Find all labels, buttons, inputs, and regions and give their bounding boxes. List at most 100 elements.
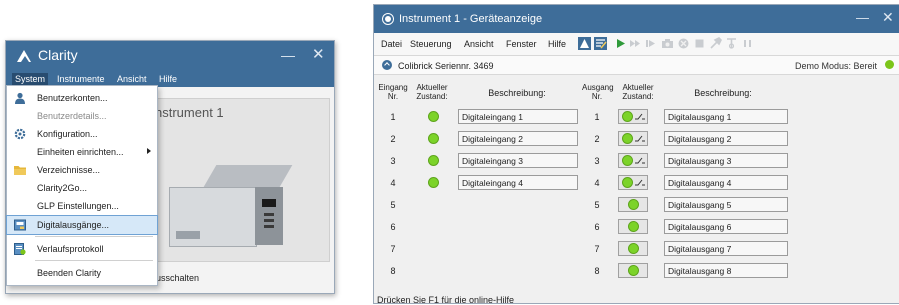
menu-item-label: Verlaufsprotokoll	[37, 244, 104, 254]
input-desc[interactable]: Digitaleingang 2	[458, 131, 578, 146]
camera-icon[interactable]	[661, 37, 674, 50]
minimize-button[interactable]: —	[281, 47, 295, 63]
autozero-icon[interactable]	[725, 37, 738, 50]
collapse-icon[interactable]	[382, 60, 392, 70]
output-toggle-button[interactable]	[618, 263, 648, 278]
switch-icon	[635, 113, 645, 120]
menu-item-digitalausgaenge-wrap: Digitalausgänge...	[6, 215, 158, 235]
ready-status-icon	[885, 60, 894, 69]
output-desc[interactable]: Digitalausgang 2	[664, 131, 788, 146]
output-nr: 1	[594, 112, 600, 122]
skip-icon[interactable]	[629, 37, 642, 50]
output-desc[interactable]: Digitalausgang 3	[664, 153, 788, 168]
next-icon[interactable]	[645, 37, 658, 50]
output-state-led	[622, 133, 633, 144]
device-menu-bar: Datei Steuerung Ansicht Fenster Hilfe	[374, 33, 899, 56]
output-nr: 3	[594, 156, 600, 166]
folder-icon	[14, 166, 26, 175]
abort-icon[interactable]	[677, 37, 690, 50]
menu-separator	[35, 260, 153, 261]
output-state-led	[622, 155, 633, 166]
menu-hilfe[interactable]: Hilfe	[548, 39, 566, 49]
input-state-led	[428, 111, 439, 122]
menu-item-label: Beenden Clarity	[37, 268, 102, 278]
menu-item-beenden[interactable]: Beenden Clarity	[7, 264, 157, 282]
output-toggle-button[interactable]	[618, 197, 648, 212]
menu-item-benutzerkonten[interactable]: Benutzerkonten...	[7, 89, 157, 107]
switch-icon	[635, 179, 645, 186]
tools-icon[interactable]	[709, 37, 722, 50]
output-nr: 4	[594, 178, 600, 188]
input-nr: 8	[390, 266, 396, 276]
menu-steuerung[interactable]: Steuerung	[410, 39, 452, 49]
audit-icon[interactable]	[594, 37, 607, 50]
output-toggle-button[interactable]	[618, 241, 648, 256]
menu-item-clarity2go[interactable]: Clarity2Go...	[7, 179, 157, 197]
menu-item-konfiguration[interactable]: Konfiguration...	[7, 125, 157, 143]
header-input-state: Aktueller Zustand:	[416, 83, 448, 101]
minimize-button[interactable]: —	[856, 10, 869, 25]
output-toggle-button[interactable]	[618, 175, 648, 190]
output-toggle-button[interactable]	[618, 109, 648, 124]
output-desc[interactable]: Digitalausgang 5	[664, 197, 788, 212]
output-state-led	[628, 199, 639, 210]
header-input-nr: Eingang Nr.	[378, 83, 408, 101]
close-button[interactable]: ✕	[312, 45, 325, 63]
menu-item-label: Verzeichnisse...	[37, 165, 101, 175]
menu-fenster[interactable]: Fenster	[506, 39, 537, 49]
input-desc[interactable]: Digitaleingang 3	[458, 153, 578, 168]
instrument-device-window: Instrument 1 - Geräteanzeige — ✕ Datei S…	[373, 4, 899, 305]
output-state-led	[628, 221, 639, 232]
output-desc[interactable]: Digitalausgang 4	[664, 175, 788, 190]
method-icon[interactable]	[578, 37, 591, 50]
header-output-desc: Beschreibung:	[694, 88, 752, 98]
header-output-nr: Ausgang Nr.	[582, 83, 614, 101]
status-text: usschalten	[156, 273, 200, 283]
menu-ansicht[interactable]: Ansicht	[114, 73, 150, 85]
menu-item-verlaufsprotokoll[interactable]: Verlaufsprotokoll	[7, 240, 157, 258]
output-nr: 5	[594, 200, 600, 210]
output-desc[interactable]: Digitalausgang 7	[664, 241, 788, 256]
menu-item-label: Benutzerdetails...	[37, 111, 107, 121]
menu-item-label: Clarity2Go...	[37, 183, 88, 193]
menu-item-label: Benutzerkonten...	[37, 93, 108, 103]
input-state-led	[428, 177, 439, 188]
menu-system[interactable]: System	[12, 73, 49, 85]
input-nr: 6	[390, 222, 396, 232]
output-state-led	[628, 265, 639, 276]
play-icon[interactable]	[614, 37, 627, 50]
input-desc[interactable]: Digitaleingang 1	[458, 109, 578, 124]
pause-icon[interactable]	[741, 37, 754, 50]
menu-instrumente[interactable]: Instrumente	[54, 73, 108, 85]
output-toggle-button[interactable]	[618, 153, 648, 168]
menu-datei[interactable]: Datei	[381, 39, 402, 49]
menu-item-benutzerdetails[interactable]: Benutzerdetails...	[7, 107, 157, 125]
menu-item-digitalausgaenge[interactable]: Digitalausgänge...	[6, 215, 158, 235]
switch-icon	[635, 135, 645, 142]
output-desc[interactable]: Digitalausgang 8	[664, 263, 788, 278]
device-info-bar: Colibrick Seriennr. 3469 Demo Modus: Ber…	[374, 56, 899, 75]
output-desc[interactable]: Digitalausgang 1	[664, 109, 788, 124]
output-toggle-button[interactable]	[618, 131, 648, 146]
menu-item-label: GLP Einstellungen...	[37, 201, 119, 211]
menu-separator	[35, 236, 153, 237]
input-desc[interactable]: Digitaleingang 4	[458, 175, 578, 190]
stop-icon[interactable]	[693, 37, 706, 50]
output-toggle-button[interactable]	[618, 219, 648, 234]
device-title-bar: Instrument 1 - Geräteanzeige — ✕	[374, 5, 899, 33]
menu-item-einheiten[interactable]: Einheiten einrichten...	[7, 143, 157, 161]
instrument-label: nstrument 1	[155, 105, 224, 120]
output-desc[interactable]: Digitalausgang 6	[664, 219, 788, 234]
menu-item-verzeichnisse[interactable]: Verzeichnisse...	[7, 161, 157, 179]
menu-hilfe[interactable]: Hilfe	[156, 73, 180, 85]
help-hint: Drücken Sie F1 für die online-Hilfe	[377, 295, 515, 305]
gear-icon	[14, 128, 26, 140]
input-state-led	[428, 133, 439, 144]
menu-ansicht[interactable]: Ansicht	[464, 39, 494, 49]
output-state-led	[622, 177, 633, 188]
menu-item-glp[interactable]: GLP Einstellungen...	[7, 197, 157, 215]
close-button[interactable]: ✕	[882, 9, 894, 26]
output-state-led	[622, 111, 633, 122]
menu-item-label: Einheiten einrichten...	[37, 147, 124, 157]
input-state-led	[428, 155, 439, 166]
